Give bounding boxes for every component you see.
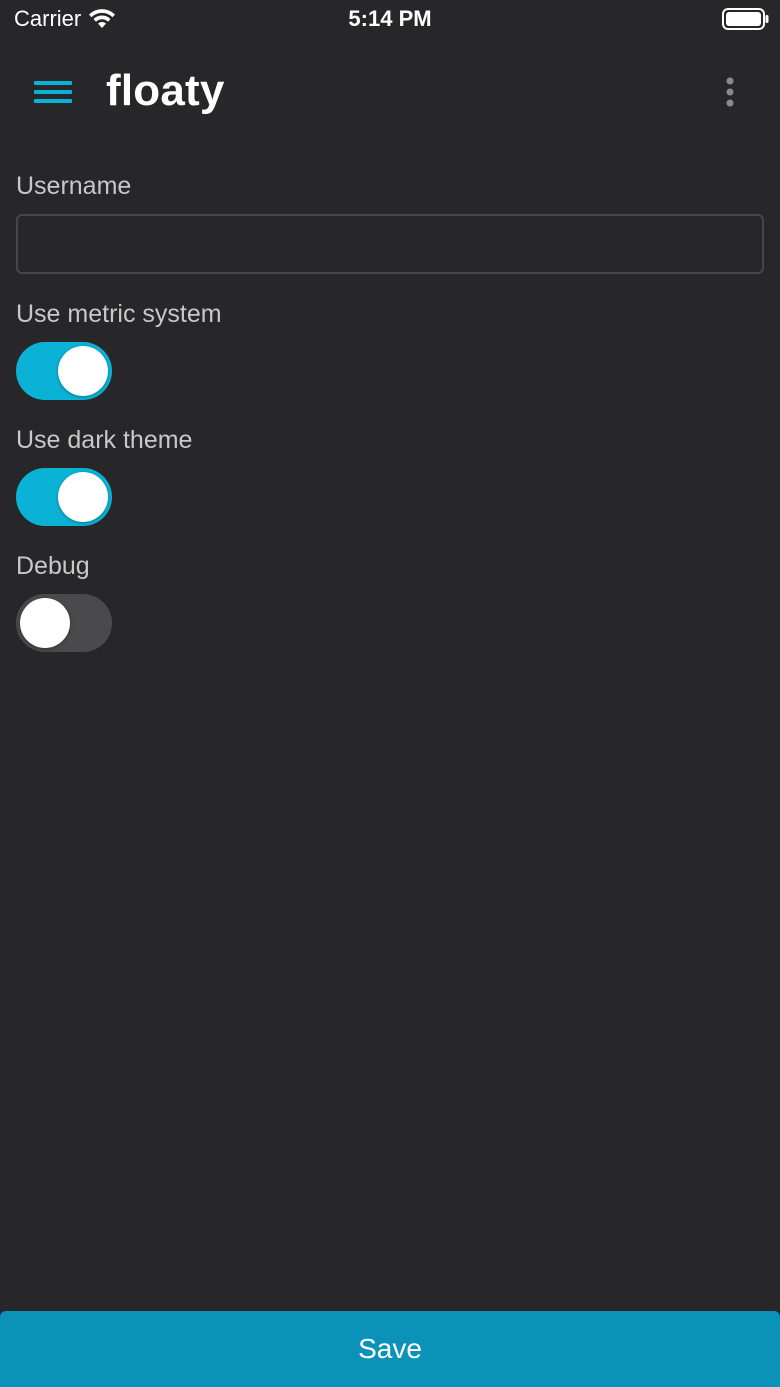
toggle-knob [20, 598, 70, 648]
status-time: 5:14 PM [348, 6, 432, 31]
toggle-knob [58, 346, 108, 396]
hamburger-menu-icon[interactable] [28, 70, 78, 114]
username-label: Username [16, 172, 132, 200]
metric-toggle[interactable] [16, 342, 112, 400]
save-button[interactable]: Save [0, 1311, 780, 1387]
metric-label: Use metric system [16, 300, 222, 328]
more-vertical-icon[interactable] [716, 72, 744, 112]
username-input[interactable] [16, 214, 764, 274]
settings-form: Username Use metric system Use dark them… [16, 168, 764, 652]
battery-icon [722, 8, 769, 30]
metric-setting: Use metric system [16, 296, 764, 400]
debug-setting: Debug [16, 548, 764, 652]
app-bar: floaty [0, 56, 780, 128]
dark-theme-setting: Use dark theme [16, 422, 764, 526]
debug-toggle[interactable] [16, 594, 112, 652]
debug-label: Debug [16, 552, 90, 580]
dark-theme-toggle[interactable] [16, 468, 112, 526]
app-title: floaty [106, 66, 225, 115]
toggle-knob [58, 472, 108, 522]
dark-theme-label: Use dark theme [16, 426, 193, 454]
status-bar: Carrier 5:14 PM [0, 0, 780, 40]
